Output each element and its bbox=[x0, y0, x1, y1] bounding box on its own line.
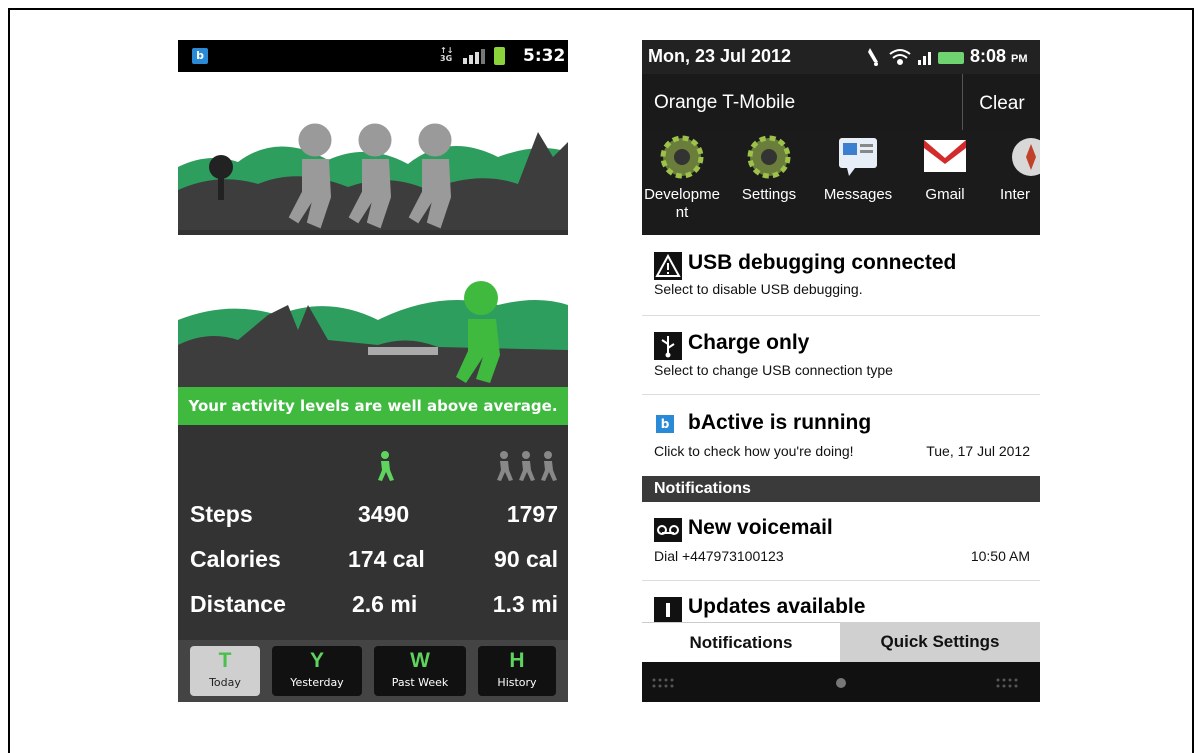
shade-tab-bar: Notifications Quick Settings bbox=[642, 622, 1040, 663]
tab-letter: Y bbox=[309, 649, 324, 672]
period-tab-bar: T Today Y Yesterday W Past Week H Histor… bbox=[178, 640, 568, 702]
tab-label: History bbox=[497, 676, 537, 689]
stats-panel: Steps 3490 1797 Calories 174 cal 90 cal … bbox=[178, 425, 568, 640]
notification-title: Charge only bbox=[688, 331, 810, 354]
app-label: Gmail bbox=[925, 186, 965, 203]
handle-grip bbox=[652, 678, 1018, 688]
user-walker-icon bbox=[378, 451, 394, 481]
bactive-notification-icon: b bbox=[192, 48, 208, 64]
app-settings[interactable]: Settings bbox=[734, 130, 804, 204]
notification-charge-only[interactable]: Charge only Select to change USB connect… bbox=[642, 316, 1040, 395]
usb-status-icon bbox=[868, 48, 878, 66]
status-date: Mon, 23 Jul 2012 bbox=[648, 46, 792, 66]
clear-button[interactable]: Clear bbox=[962, 74, 1040, 130]
messages-icon bbox=[839, 138, 877, 176]
internet-icon bbox=[1012, 138, 1040, 176]
status-time: 5:32 bbox=[523, 46, 566, 66]
app-internet[interactable]: Inter bbox=[994, 130, 1040, 204]
notification-voicemail[interactable]: New voicemail Dial +447973100123 10:50 A… bbox=[642, 502, 1040, 581]
app-label: Messages bbox=[823, 186, 893, 203]
notification-bactive[interactable]: b bActive is running Click to check how … bbox=[642, 395, 1040, 475]
notification-subtitle: Dial +447973100123 bbox=[654, 548, 784, 564]
stat-label: Calories bbox=[190, 546, 281, 572]
tab-letter: T bbox=[218, 649, 232, 672]
carrier-bar: Orange T-Mobile Clear bbox=[642, 74, 1040, 130]
wifi-icon bbox=[889, 49, 911, 65]
notifications-section-header: Notifications bbox=[642, 476, 1040, 502]
tab-letter: H bbox=[509, 649, 525, 672]
battery-charging-icon bbox=[494, 47, 505, 65]
notification-updates[interactable]: Updates available bbox=[642, 581, 1040, 622]
network-type-icon: ↑↓ 3G bbox=[440, 46, 454, 63]
stat-you-value: 174 cal bbox=[348, 546, 425, 572]
status-time: 8:08 PM bbox=[970, 46, 1028, 66]
tab-today[interactable]: T Today bbox=[190, 646, 260, 696]
tab-history[interactable]: H History bbox=[478, 646, 556, 696]
warning-icon bbox=[654, 252, 682, 280]
recent-apps-row: Developme nt Settings Messages Gmail Int… bbox=[642, 130, 1040, 235]
notification-subtitle: Select to disable USB debugging. bbox=[654, 281, 863, 297]
shade-drag-handle[interactable] bbox=[642, 662, 1040, 702]
steps-row: Steps 3490 1797 bbox=[178, 501, 568, 541]
app-messages[interactable]: Messages bbox=[818, 130, 898, 204]
app-label: nt bbox=[675, 204, 689, 221]
notification-shade-screen: Mon, 23 Jul 2012 8:08 PM Orange T-Mobile… bbox=[642, 40, 1040, 702]
activity-banner: Your activity levels are well above aver… bbox=[178, 387, 568, 425]
notification-title: USB debugging connected bbox=[688, 251, 957, 274]
voicemail-icon bbox=[654, 518, 682, 542]
tab-label: Yesterday bbox=[290, 676, 344, 689]
tab-label: Today bbox=[209, 676, 241, 689]
notification-title: New voicemail bbox=[688, 516, 833, 539]
status-bar: b ↑↓ 3G 5:32 bbox=[178, 40, 568, 72]
gmail-icon bbox=[924, 140, 966, 172]
stat-average-value: 1.3 mi bbox=[492, 591, 558, 617]
gear-icon bbox=[660, 135, 704, 179]
tab-quick-settings[interactable]: Quick Settings bbox=[840, 622, 1040, 662]
bactive-phone-screen: b ↑↓ 3G 5:32 Your activity levels are wel… bbox=[178, 40, 568, 702]
app-development[interactable]: Developme nt bbox=[642, 130, 722, 222]
distance-row: Distance 2.6 mi 1.3 mi bbox=[178, 591, 568, 631]
battery-icon bbox=[938, 52, 964, 64]
tab-label: Past Week bbox=[391, 676, 449, 689]
tab-notifications[interactable]: Notifications bbox=[642, 622, 840, 663]
app-label: Inter bbox=[1000, 186, 1031, 203]
notification-time: 10:50 AM bbox=[970, 548, 1030, 564]
stat-label: Distance bbox=[190, 591, 286, 617]
notification-title: bActive is running bbox=[688, 411, 872, 434]
user-walker-illustration bbox=[178, 235, 568, 387]
notification-time: Tue, 17 Jul 2012 bbox=[926, 443, 1030, 459]
tab-yesterday[interactable]: Y Yesterday bbox=[272, 646, 362, 696]
tab-letter: W bbox=[410, 649, 430, 672]
signal-icon bbox=[918, 52, 931, 65]
stat-average-value: 90 cal bbox=[494, 546, 558, 572]
stat-you-value: 3490 bbox=[358, 501, 410, 527]
notification-subtitle: Click to check how you're doing! bbox=[654, 443, 854, 459]
average-walkers-icon bbox=[497, 451, 557, 481]
updates-icon bbox=[654, 597, 682, 622]
status-bar: Mon, 23 Jul 2012 8:08 PM bbox=[642, 40, 1040, 74]
stat-average-value: 1797 bbox=[506, 501, 558, 527]
app-label: Developme bbox=[644, 186, 720, 203]
notification-title: Updates available bbox=[688, 595, 866, 618]
stat-you-value: 2.6 mi bbox=[352, 591, 418, 617]
status-icons bbox=[868, 48, 964, 66]
tab-past-week[interactable]: W Past Week bbox=[374, 646, 466, 696]
app-label: Settings bbox=[741, 186, 797, 203]
stat-label: Steps bbox=[190, 501, 253, 527]
carrier-name: Orange T-Mobile bbox=[654, 92, 796, 113]
signal-icon bbox=[463, 49, 485, 64]
bactive-icon: b bbox=[656, 415, 674, 433]
notification-usb-debugging[interactable]: USB debugging connected Select to disabl… bbox=[642, 235, 1040, 316]
usb-icon bbox=[654, 332, 682, 360]
calories-row: Calories 174 cal 90 cal bbox=[178, 546, 568, 586]
app-gmail[interactable]: Gmail bbox=[908, 130, 982, 204]
gear-icon bbox=[747, 135, 791, 179]
average-walkers-illustration bbox=[178, 72, 568, 230]
notification-subtitle: Select to change USB connection type bbox=[654, 362, 893, 378]
